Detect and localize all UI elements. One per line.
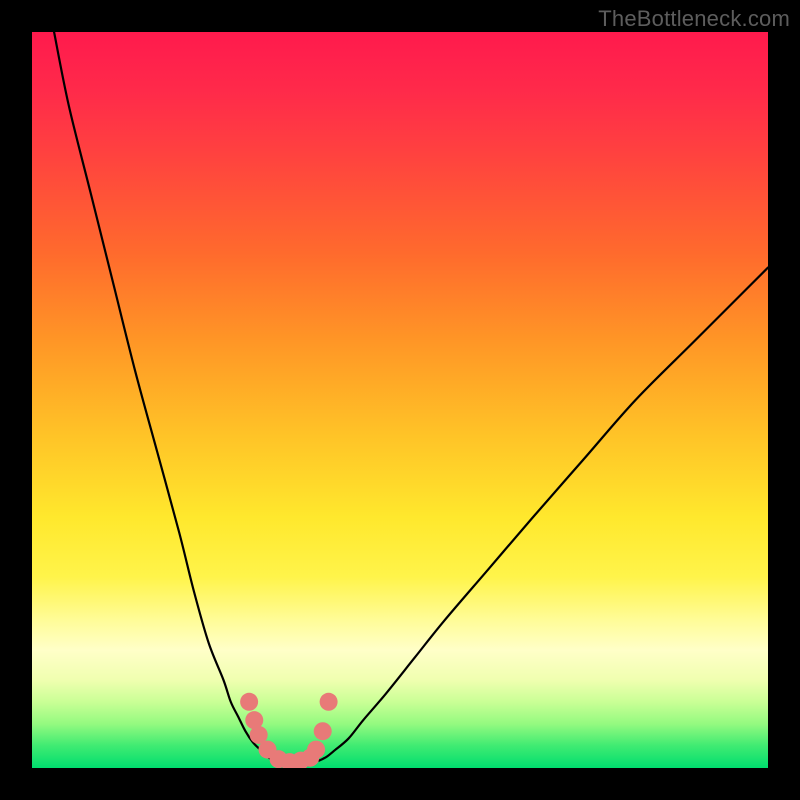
chart-frame: TheBottleneck.com [0, 0, 800, 800]
series-lines [54, 32, 768, 761]
plot-area [32, 32, 768, 768]
valley-marker [320, 693, 338, 711]
valley-marker [307, 741, 325, 759]
left-curve [54, 32, 275, 761]
right-curve [319, 268, 768, 761]
valley-marker [240, 693, 258, 711]
curves-svg [32, 32, 768, 768]
watermark-text: TheBottleneck.com [598, 6, 790, 32]
valley-markers [240, 693, 337, 768]
valley-marker [314, 722, 332, 740]
